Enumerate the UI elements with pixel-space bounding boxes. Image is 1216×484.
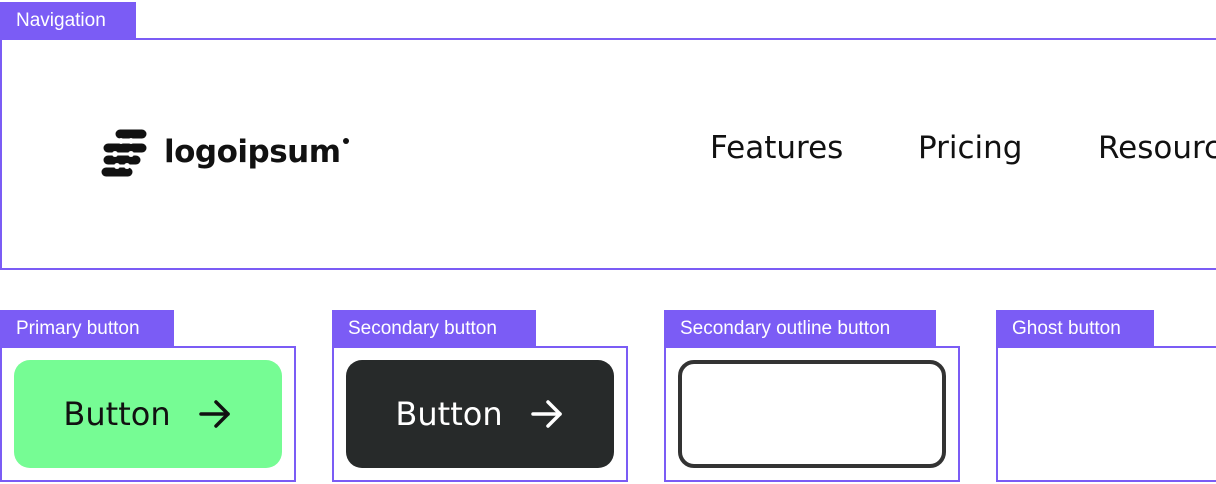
logo[interactable]: logoipsum <box>98 126 349 178</box>
nav-link-resources[interactable]: Resources <box>1098 130 1216 166</box>
logo-mark-icon <box>101 129 147 177</box>
arrow-right-icon <box>198 400 230 428</box>
nav-link-pricing[interactable]: Pricing <box>918 130 1023 166</box>
primary-button-label: Button <box>63 395 171 433</box>
secondary-button-label: Button <box>395 395 503 433</box>
secondary-button-tag: Secondary button <box>332 310 536 348</box>
primary-button[interactable]: Button <box>14 360 282 468</box>
arrow-right-icon <box>530 400 562 428</box>
logo-text: logoipsum <box>164 136 349 168</box>
secondary-button[interactable]: Button <box>346 360 614 468</box>
logo-dot <box>342 137 349 144</box>
primary-button-tag: Primary button <box>0 310 174 348</box>
ghost-button-frame <box>996 346 1216 482</box>
ghost-button-tag: Ghost button <box>996 310 1154 348</box>
secondary-outline-button-tag: Secondary outline button <box>664 310 936 348</box>
secondary-outline-button[interactable] <box>678 360 946 468</box>
nav-link-features[interactable]: Features <box>710 130 843 166</box>
navigation-tag: Navigation <box>0 2 136 40</box>
